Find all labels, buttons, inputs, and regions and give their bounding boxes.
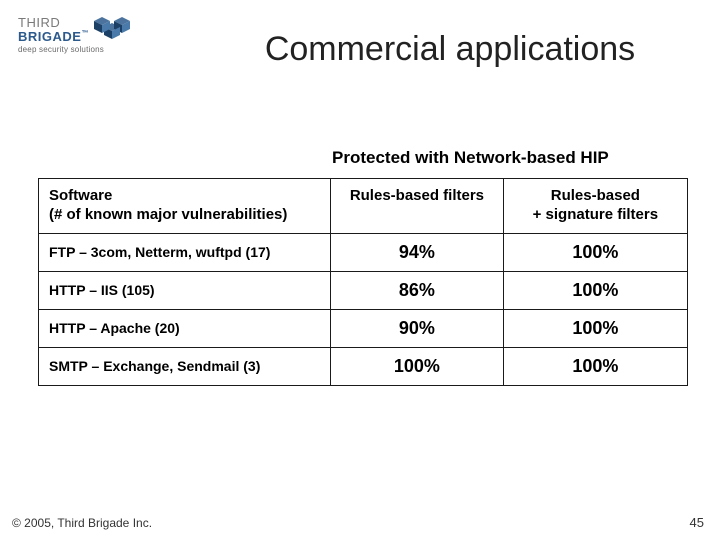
brand-line2: BRIGADE xyxy=(18,29,81,44)
cell-rules-sig: 100% xyxy=(503,233,687,271)
slide: THIRD BRIGADE™ deep security solutions C… xyxy=(0,0,720,540)
table-row: HTTP – Apache (20) 90% 100% xyxy=(39,309,688,347)
table-header-row: Software(# of known major vulnerabilitie… xyxy=(39,179,688,234)
cell-rules-sig: 100% xyxy=(503,309,687,347)
cell-rules-sig: 100% xyxy=(503,271,687,309)
col-header-rules-sig: Rules-based+ signature filters xyxy=(503,179,687,234)
cell-rules: 86% xyxy=(331,271,504,309)
page-number: 45 xyxy=(690,515,704,530)
table-caption: Protected with Network-based HIP xyxy=(332,148,609,168)
data-table: Software(# of known major vulnerabilitie… xyxy=(38,178,688,386)
footer-copyright: © 2005, Third Brigade Inc. xyxy=(12,516,152,530)
table-row: FTP – 3com, Netterm, wuftpd (17) 94% 100… xyxy=(39,233,688,271)
brand-logo: THIRD BRIGADE™ deep security solutions xyxy=(18,16,133,54)
cell-rules: 94% xyxy=(331,233,504,271)
cell-rules: 90% xyxy=(331,309,504,347)
table-row: HTTP – IIS (105) 86% 100% xyxy=(39,271,688,309)
slide-title: Commercial applications xyxy=(200,30,700,69)
cell-software: SMTP – Exchange, Sendmail (3) xyxy=(39,347,331,385)
col-header-software: Software(# of known major vulnerabilitie… xyxy=(39,179,331,234)
cell-software: HTTP – Apache (20) xyxy=(39,309,331,347)
cell-software: HTTP – IIS (105) xyxy=(39,271,331,309)
cell-rules: 100% xyxy=(331,347,504,385)
brand-tagline: deep security solutions xyxy=(18,45,133,54)
cell-rules-sig: 100% xyxy=(503,347,687,385)
cubes-icon xyxy=(86,13,134,43)
table-row: SMTP – Exchange, Sendmail (3) 100% 100% xyxy=(39,347,688,385)
col-header-rules: Rules-based filters xyxy=(331,179,504,234)
cell-software: FTP – 3com, Netterm, wuftpd (17) xyxy=(39,233,331,271)
